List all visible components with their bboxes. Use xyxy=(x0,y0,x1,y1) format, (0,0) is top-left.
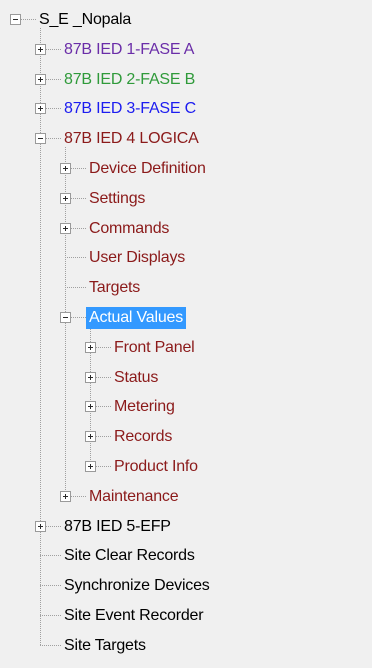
expand-icon[interactable] xyxy=(60,192,71,204)
tree-node-label[interactable]: 87B IED 1-FASE A xyxy=(61,39,197,61)
tree-node-87b-ied-5-efp[interactable]: 87B IED 5-EFP xyxy=(0,512,372,542)
tree-node-label[interactable]: S_E _Nopala xyxy=(36,9,134,31)
tree-node-commands[interactable]: Commands xyxy=(0,214,372,244)
expand-icon[interactable] xyxy=(35,43,46,55)
tree-node-synchronize-devices[interactable]: Synchronize Devices xyxy=(0,571,372,601)
tree-node-label[interactable]: Status xyxy=(111,367,161,389)
tree-node-product-info[interactable]: Product Info xyxy=(0,452,372,482)
tree-node-label[interactable]: User Displays xyxy=(86,247,188,269)
expand-icon[interactable] xyxy=(85,401,96,413)
tree-node-label[interactable]: Site Clear Records xyxy=(61,545,198,567)
tree-connector-horizontal xyxy=(65,257,86,259)
tree-connector-horizontal xyxy=(96,346,111,348)
tree-node-label[interactable]: Metering xyxy=(111,396,178,418)
tree-connector-horizontal xyxy=(46,525,61,527)
tree-node-label[interactable]: Targets xyxy=(86,277,143,299)
tree-connector-horizontal xyxy=(71,197,86,199)
expand-icon[interactable] xyxy=(35,103,46,115)
tree-node-maintenance[interactable]: Maintenance xyxy=(0,482,372,512)
tree-node-device-definition[interactable]: Device Definition xyxy=(0,154,372,184)
tree-connector-horizontal xyxy=(21,19,36,20)
tree-node-87b-ied-4-logica[interactable]: 87B IED 4 LOGICA xyxy=(0,124,372,154)
device-tree: S_E _Nopala 87B IED 1-FASE A 87B IED 2-FAS… xyxy=(0,0,372,668)
tree-node-actual-values[interactable]: Actual Values xyxy=(0,303,372,333)
tree-node-user-displays[interactable]: User Displays xyxy=(0,243,372,273)
tree-node-label[interactable]: Site Event Recorder xyxy=(61,605,206,627)
tree-node-label[interactable]: Front Panel xyxy=(111,337,198,359)
tree-connector-horizontal xyxy=(46,138,61,140)
tree-connector-horizontal xyxy=(96,376,111,378)
tree-node-metering[interactable]: Metering xyxy=(0,392,372,422)
collapse-icon[interactable] xyxy=(10,14,21,25)
expand-icon[interactable] xyxy=(35,520,46,532)
tree-connector-horizontal xyxy=(71,227,86,229)
tree-node-label[interactable]: Device Definition xyxy=(86,158,209,180)
tree-node-label[interactable]: 87B IED 4 LOGICA xyxy=(61,128,202,150)
tree-node-site-clear-records[interactable]: Site Clear Records xyxy=(0,541,372,571)
tree-node-label[interactable]: Commands xyxy=(86,218,172,240)
tree-node-label[interactable]: 87B IED 2-FASE B xyxy=(61,69,198,91)
expand-icon[interactable] xyxy=(60,222,71,234)
tree-connector-horizontal xyxy=(40,644,61,646)
tree-node-label[interactable]: Site Targets xyxy=(61,635,149,657)
tree-node-targets[interactable]: Targets xyxy=(0,273,372,303)
tree-connector-horizontal xyxy=(96,406,111,408)
tree-connector-horizontal xyxy=(71,317,86,318)
tree-node-settings[interactable]: Settings xyxy=(0,184,372,214)
tree-node-label[interactable]: Product Info xyxy=(111,456,201,478)
tree-node-label[interactable]: 87B IED 3-FASE C xyxy=(61,98,199,120)
tree-node-front-panel[interactable]: Front Panel xyxy=(0,333,372,363)
tree-node-label[interactable]: Settings xyxy=(86,188,148,210)
tree-node-site-targets[interactable]: Site Targets xyxy=(0,631,372,661)
tree-connector-horizontal xyxy=(71,495,86,497)
tree-connector-horizontal xyxy=(40,555,61,557)
tree-connector-horizontal xyxy=(96,436,111,438)
collapse-icon[interactable] xyxy=(35,133,46,145)
tree-node-label[interactable]: Synchronize Devices xyxy=(61,575,213,597)
expand-icon[interactable] xyxy=(35,73,46,85)
tree-connector-horizontal xyxy=(96,466,111,467)
tree-connector-horizontal xyxy=(46,48,61,50)
tree-node-label[interactable]: 87B IED 5-EFP xyxy=(61,516,174,538)
tree-connector-horizontal xyxy=(65,287,86,289)
tree-node-87b-ied-2-fase-b[interactable]: 87B IED 2-FASE B xyxy=(0,65,372,95)
expand-icon[interactable] xyxy=(85,341,96,353)
collapse-icon[interactable] xyxy=(60,312,71,323)
tree-connector-horizontal xyxy=(40,615,61,616)
expand-icon[interactable] xyxy=(85,431,96,443)
tree-node-records[interactable]: Records xyxy=(0,422,372,452)
tree-node-label[interactable]: Records xyxy=(111,426,175,448)
tree-node-87b-ied-1-fase-a[interactable]: 87B IED 1-FASE A xyxy=(0,35,372,65)
tree-node-label[interactable]: Maintenance xyxy=(86,486,181,508)
expand-icon[interactable] xyxy=(85,461,96,472)
tree-node-87b-ied-3-fase-c[interactable]: 87B IED 3-FASE C xyxy=(0,94,372,124)
tree-node-status[interactable]: Status xyxy=(0,363,372,393)
expand-icon[interactable] xyxy=(85,371,96,383)
tree-node-root[interactable]: S_E _Nopala xyxy=(0,5,372,35)
tree-node-label[interactable]: Actual Values xyxy=(86,307,187,329)
tree-connector-horizontal xyxy=(46,78,61,80)
tree-connector-horizontal xyxy=(46,108,61,110)
tree-connector-horizontal xyxy=(40,585,61,587)
tree-node-site-event-recorder[interactable]: Site Event Recorder xyxy=(0,601,372,631)
expand-icon[interactable] xyxy=(60,163,71,174)
tree-connector-horizontal xyxy=(71,168,86,169)
expand-icon[interactable] xyxy=(60,490,71,502)
